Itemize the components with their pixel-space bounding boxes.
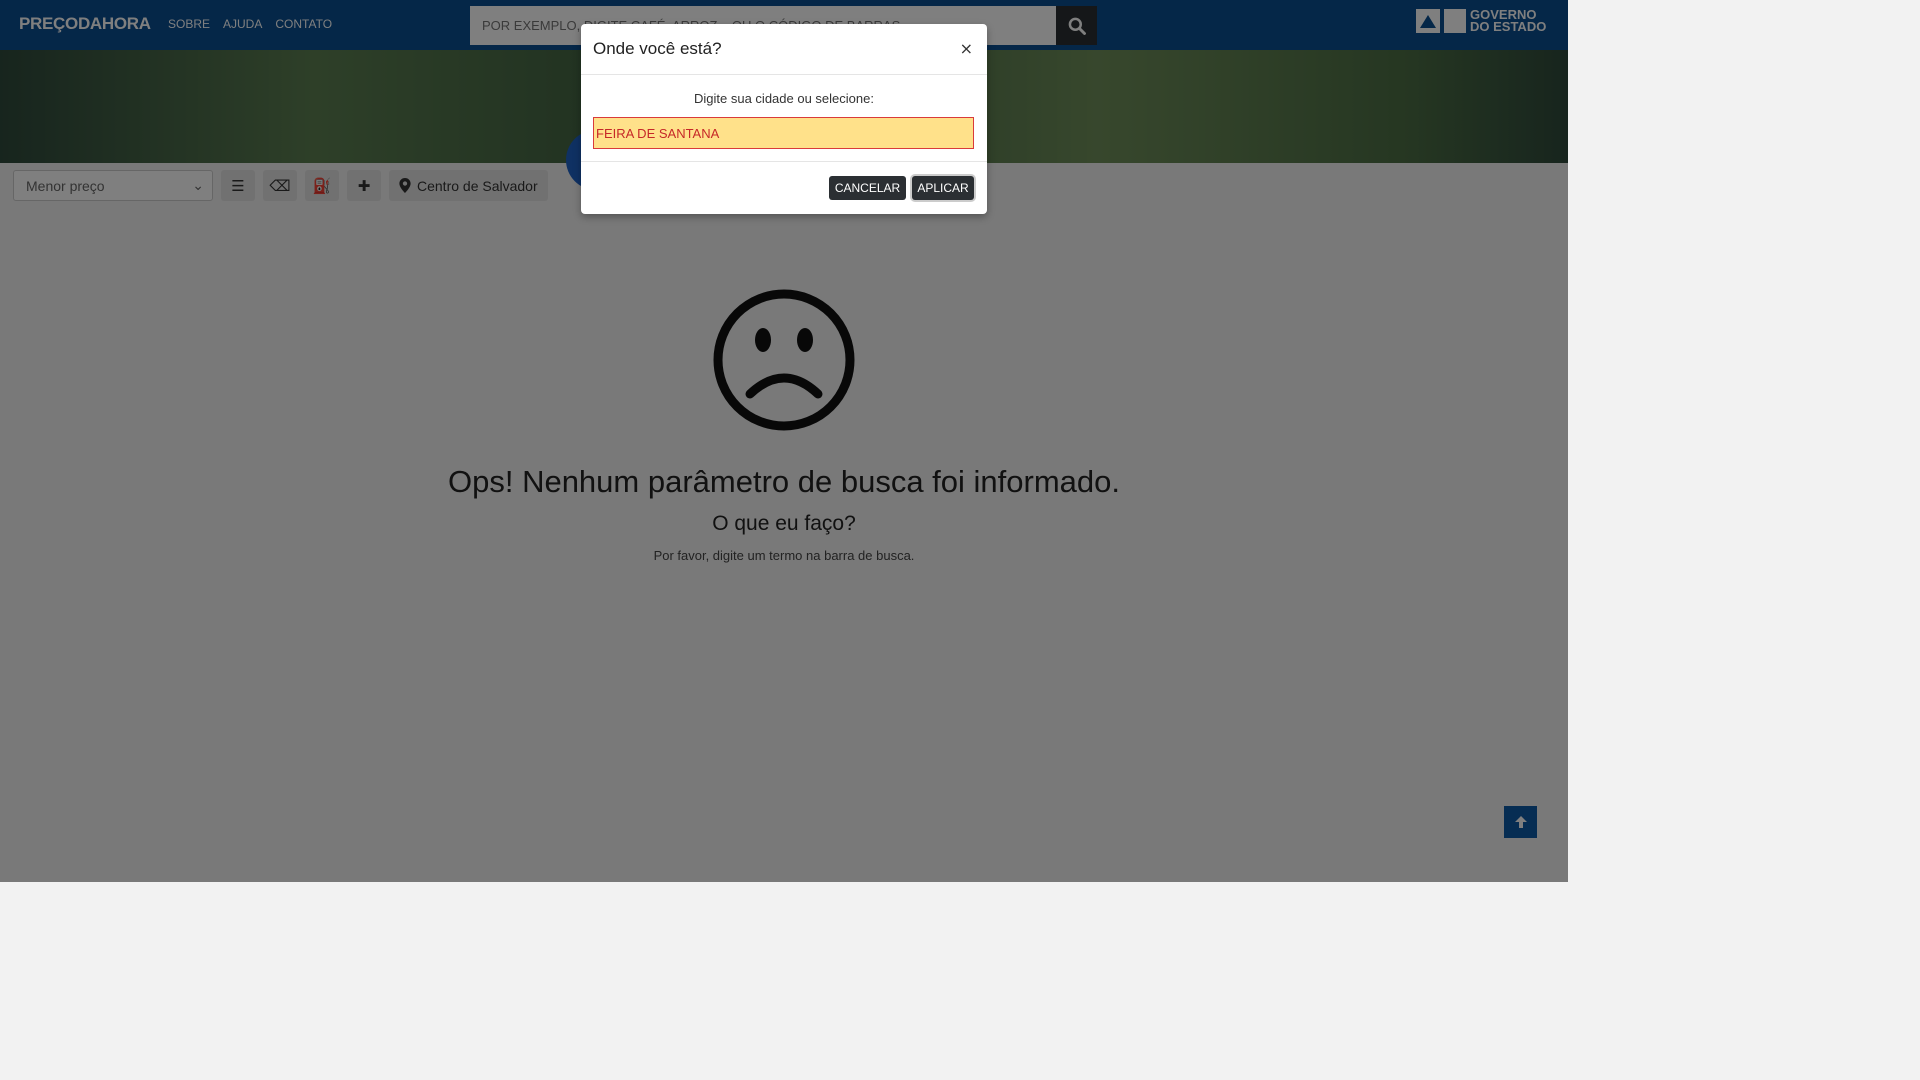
modal-header: Onde você está? ×	[581, 24, 987, 75]
city-label: Digite sua cidade ou selecione:	[694, 91, 874, 106]
city-input[interactable]: FEIRA DE SANTANA	[593, 117, 974, 149]
location-modal: Onde você está? × Digite sua cidade ou s…	[581, 24, 987, 214]
cancel-button[interactable]: CANCELAR	[829, 176, 906, 200]
modal-body: Digite sua cidade ou selecione: FEIRA DE…	[581, 75, 987, 162]
modal-footer: CANCELAR APLICAR	[581, 162, 987, 214]
city-input-value: FEIRA DE SANTANA	[596, 125, 720, 141]
close-icon[interactable]: ×	[960, 39, 973, 58]
modal-title: Onde você está?	[593, 39, 722, 58]
apply-button[interactable]: APLICAR	[912, 176, 974, 200]
